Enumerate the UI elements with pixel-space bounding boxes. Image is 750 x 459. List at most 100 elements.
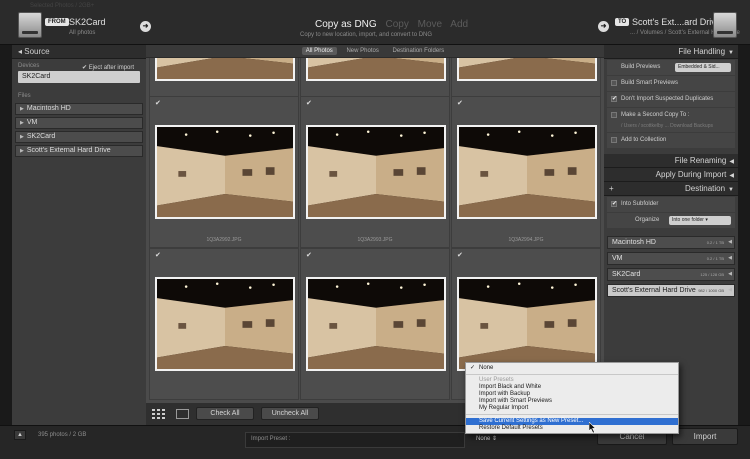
grid-view-icon[interactable] (152, 409, 165, 419)
disclosure-icon: ▶ (20, 106, 24, 112)
checkbox-icon (611, 137, 617, 143)
dest-macintosh-hd[interactable]: Macintosh HD 0.2 / 1 TB ◀ (607, 236, 735, 249)
photo-thumbnail[interactable] (306, 58, 446, 81)
eject-checkbox[interactable]: ✔ Eject after import (82, 64, 134, 71)
menu-item-backup[interactable]: Import with Backup (466, 391, 678, 398)
file-renaming-header[interactable]: File Renaming ◀ (604, 154, 738, 168)
check-all-button[interactable]: Check All (196, 407, 254, 420)
menu-item-save-preset[interactable]: Save Current Settings as New Preset... (466, 418, 678, 425)
import-modes: Copy as DNG Copy Move Add (315, 19, 474, 30)
organize-select[interactable]: Into one folder ▾ (669, 216, 731, 225)
menu-section-user-presets: User Presets (479, 377, 514, 383)
destination-header[interactable]: + Destination ▼ (604, 182, 738, 196)
file-item-sk2card[interactable]: ▶ SK2Card (15, 131, 143, 143)
dont-import-duplicates-checkbox[interactable]: ✔ Don't Import Suspected Duplicates (607, 92, 735, 107)
photo-thumbnail[interactable] (306, 125, 446, 219)
mode-copy[interactable]: Copy (385, 19, 408, 30)
source-name[interactable]: SK2Card (69, 17, 106, 27)
thumbnail-grid: ✔1Q3A2989.JPG✔1Q3A2990.JPG✔1Q3A2991.JPG✔… (146, 58, 604, 403)
checkmark-icon: ✔ (611, 96, 618, 102)
second-copy-checkbox[interactable]: Make a Second Copy To : / Users / scottke… (607, 108, 735, 132)
loupe-view-icon[interactable] (176, 409, 189, 419)
photo-thumbnail[interactable] (155, 277, 295, 371)
dest-vm[interactable]: VM 0.2 / 1 TB ◀ (607, 252, 735, 265)
mode-add[interactable]: Add (450, 19, 468, 30)
source-panel: ◂ Source Devices ✔ Eject after import SK… (12, 45, 146, 425)
arrow-right-icon: ➜ (598, 21, 609, 32)
photo-thumbnail[interactable] (155, 58, 295, 81)
photo-thumbnail[interactable] (457, 277, 597, 371)
dest-capacity: 0.2 / 1 TB (706, 256, 724, 261)
photo-thumbnail[interactable] (306, 277, 446, 371)
dest-sk2card[interactable]: SK2Card 125 / 128 GB ◀ (607, 268, 735, 281)
device-sk2card[interactable]: SK2Card (18, 71, 140, 83)
mode-copy-dng[interactable]: Copy as DNG (315, 19, 377, 30)
checkmark-icon: ✔ (611, 201, 618, 207)
thumbnail-cell[interactable]: ✔ (300, 248, 450, 400)
build-previews-row: Build Previews Embedded & Sid... (607, 60, 735, 75)
thumbnail-cell[interactable]: ✔ 1Q3A2993.JPG (300, 96, 450, 248)
uncheck-all-button[interactable]: Uncheck All (261, 407, 319, 420)
thumbnail-filename: 1Q3A2993.JPG (357, 237, 393, 243)
dest-name[interactable]: Scott's Ext....ard Drive (632, 17, 721, 27)
file-handling-header[interactable]: File Handling ▼ (604, 45, 738, 59)
dest-capacity: 125 / 128 GB (700, 272, 724, 277)
import-button[interactable]: Import (672, 428, 738, 445)
include-checkbox[interactable]: ✔ (306, 100, 313, 107)
filter-destination-folders[interactable]: Destination Folders (389, 47, 449, 55)
file-item-external-drive[interactable]: ▶ Scott's External Hard Drive (15, 145, 143, 157)
photo-thumbnail[interactable] (457, 125, 597, 219)
build-previews-select[interactable]: Embedded & Sid... (675, 63, 731, 72)
source-header-label: Source (24, 47, 50, 56)
apply-during-import-header[interactable]: Apply During Import ◀ (604, 168, 738, 182)
file-handling-label: File Handling (678, 47, 726, 56)
mode-description: Copy to new location, import, and conver… (300, 32, 433, 38)
mouse-pointer-icon (589, 422, 597, 433)
file-item-label: Scott's External Hard Drive (26, 147, 111, 154)
collapse-up-icon[interactable]: ▲ (14, 430, 26, 440)
filter-new-photos[interactable]: New Photos (342, 47, 382, 55)
include-checkbox[interactable]: ✔ (457, 252, 464, 259)
menu-item-regular-import[interactable]: My Regular Import (466, 405, 678, 412)
menu-item-restore-defaults[interactable]: Restore Default Presets (466, 425, 678, 432)
apply-during-label: Apply During Import (655, 170, 727, 179)
collapse-arrow-icon: ▼ (728, 50, 734, 56)
include-checkbox[interactable]: ✔ (155, 100, 162, 107)
include-checkbox[interactable]: ✔ (306, 252, 313, 259)
mode-move[interactable]: Move (418, 19, 442, 30)
disclosure-icon: ▶ (20, 134, 24, 140)
add-destination-icon[interactable]: + (609, 182, 614, 196)
filter-all-photos[interactable]: All Photos (301, 47, 337, 55)
top-bar: Selected Photos / 2GB+ FROM SK2Card All … (0, 0, 750, 45)
build-smart-previews-checkbox[interactable]: Build Smart Previews (607, 76, 735, 91)
disclosure-icon: ▶ (20, 120, 24, 126)
dest-external-drive[interactable]: Scott's External Hard Drive 982 / 1000 GB… (607, 284, 735, 297)
into-subfolder-checkbox[interactable]: ✔ Into Subfolder (607, 197, 735, 212)
include-checkbox[interactable]: ✔ (155, 252, 162, 259)
include-checkbox[interactable]: ✔ (457, 100, 464, 107)
photo-thumbnail[interactable] (457, 58, 597, 81)
photo-thumbnail[interactable] (155, 125, 295, 219)
menu-item-smart-previews[interactable]: Import with Smart Previews (466, 398, 678, 405)
thumbnail-cell[interactable]: ✔ (149, 248, 299, 400)
checkmark-icon: ✓ (470, 365, 476, 371)
preset-dropdown-menu: ✓ None User Presets Import Black and Whit… (465, 362, 679, 434)
photo-count: 395 photos / 2 GB (38, 432, 87, 438)
import-preset-select[interactable]: None ⇕ (476, 435, 497, 442)
file-item-vm[interactable]: ▶ VM (15, 117, 143, 129)
thumbnail-filename: 1Q3A2994.JPG (508, 237, 544, 243)
dest-drive-icon (713, 12, 737, 38)
source-header[interactable]: ◂ Source (12, 45, 146, 59)
file-item-macintosh-hd[interactable]: ▶ Macintosh HD (15, 103, 143, 115)
window-title: Selected Photos / 2GB+ (30, 3, 95, 9)
file-renaming-label: File Renaming (674, 156, 727, 165)
menu-divider (466, 374, 678, 375)
source-drive-icon (18, 12, 42, 38)
add-to-collection-checkbox[interactable]: Add to Collection (607, 133, 735, 148)
menu-item-black-white[interactable]: Import Black and White (466, 384, 678, 391)
dest-label: SK2Card (612, 271, 641, 278)
thumbnail-cell[interactable]: ✔ 1Q3A2994.JPG (451, 96, 601, 248)
menu-item-none[interactable]: ✓ None (466, 365, 678, 372)
thumbnail-cell[interactable]: ✔ 1Q3A2992.JPG (149, 96, 299, 248)
dont-import-label: Don't Import Suspected Duplicates (621, 96, 714, 102)
